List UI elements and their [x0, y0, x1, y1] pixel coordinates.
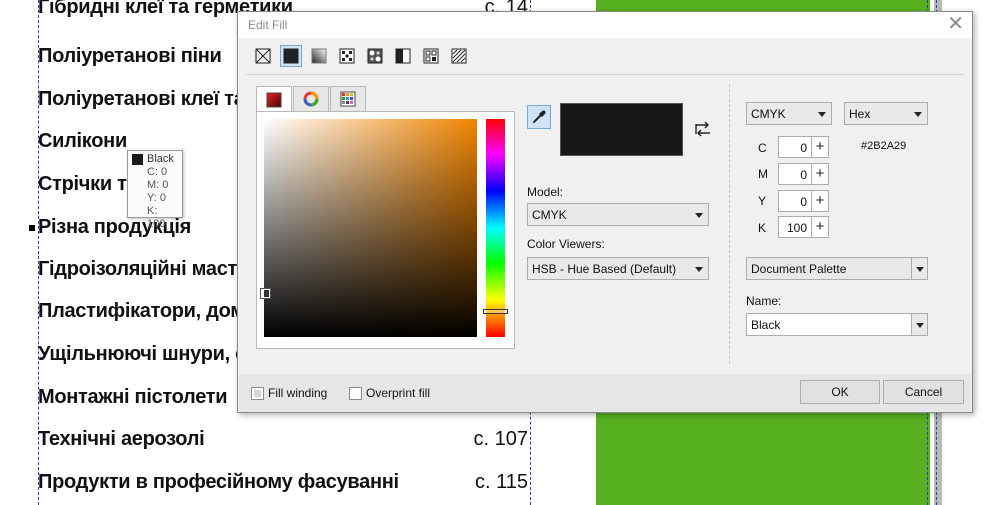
channel-k-stepper[interactable]: + [812, 216, 829, 238]
eyedropper-icon[interactable] [527, 105, 551, 129]
cancel-button[interactable]: Cancel [883, 380, 964, 404]
chevron-down-icon [695, 267, 703, 272]
color-picker-panel [256, 86, 515, 349]
channel-c-input[interactable]: 0 [778, 136, 812, 158]
channel-y-input[interactable]: 0 [778, 190, 812, 212]
name-combobox[interactable]: Black [746, 313, 928, 336]
chevron-down-icon [695, 213, 703, 218]
dialog-title: Edit Fill [248, 18, 288, 32]
toc-title: Ущільнюючі шнури, с [38, 343, 246, 365]
color-viewers-label: Color Viewers: [527, 237, 605, 251]
channel-y-label: Y [758, 194, 767, 208]
ok-button[interactable]: OK [800, 380, 880, 404]
channel-k-label: K [758, 221, 767, 235]
palette-dropdown[interactable]: Document Palette [746, 257, 928, 280]
color-model-dropdown[interactable]: CMYK [746, 102, 832, 125]
overprint-fill-label: Overprint fill [366, 386, 431, 400]
picker-body [256, 111, 515, 349]
name-combobox-value: Black [751, 318, 781, 332]
toc-title: Силікони [38, 130, 127, 152]
toc-page: с. 107 [473, 428, 528, 450]
toolbar-separator [246, 74, 964, 75]
texture-fill-icon[interactable] [420, 45, 442, 67]
toc-title: Поліуретанові піни [38, 45, 222, 67]
name-label: Name: [746, 294, 782, 308]
edit-fill-dialog: Edit Fill ✕ Model: CMYK Color Viewers: H… [237, 11, 973, 413]
model-dropdown[interactable]: CMYK [527, 203, 709, 226]
channel-c-label: C [758, 141, 767, 155]
color-viewers-tab-icon[interactable] [256, 86, 292, 112]
color-viewers-dropdown-value: HSB - Hue Based (Default) [532, 262, 677, 276]
channel-c-stepper[interactable]: + [812, 136, 829, 158]
channel-y-stepper[interactable]: + [812, 190, 829, 212]
no-fill-icon[interactable] [252, 45, 274, 67]
bitmap-pattern-icon[interactable] [364, 45, 386, 67]
toc-title: Технічні аерозолі [38, 428, 205, 450]
overprint-fill-checkbox[interactable]: Overprint fill [349, 386, 430, 400]
uniform-fill-icon[interactable] [280, 45, 302, 67]
postscript-fill-icon[interactable] [448, 45, 470, 67]
channel-m-label: M [758, 167, 768, 181]
name-combobox-button[interactable] [911, 314, 927, 335]
fountain-fill-icon[interactable] [308, 45, 330, 67]
swatch-line: K: 100 [147, 205, 166, 230]
channel-k-input[interactable]: 100 [778, 216, 812, 238]
fill-winding-label: Fill winding [268, 386, 328, 400]
value-format-dropdown-value: Hex [849, 107, 871, 121]
close-icon[interactable]: ✕ [947, 13, 964, 35]
color-model-dropdown-value: CMYK [751, 107, 786, 121]
swatch-tooltip: Black C: 0 M: 0 Y: 0 K: 100 [127, 150, 183, 230]
chevron-down-icon [916, 267, 924, 272]
color-position-marker[interactable] [260, 288, 271, 299]
swap-colors-icon[interactable] [693, 119, 713, 139]
model-dropdown-value: CMYK [532, 208, 567, 222]
color-palettes-tab-icon[interactable] [330, 86, 366, 111]
toc-title: Продукти в професійному фасуванні [38, 471, 399, 493]
swatch-name: Black [147, 153, 174, 165]
chevron-down-icon [914, 112, 922, 117]
title-bar[interactable]: Edit Fill ✕ [238, 12, 972, 38]
toc-page: с. 115 [475, 471, 528, 493]
swatch-line: C: 0 [147, 166, 168, 178]
model-label: Model: [527, 185, 564, 199]
fill-winding-checkbox[interactable]: Fill winding [251, 386, 327, 400]
toc-title: Монтажні пістолети [38, 386, 228, 408]
saturation-brightness-field[interactable] [264, 119, 477, 337]
value-format-dropdown[interactable]: Hex [844, 102, 928, 125]
vector-pattern-icon[interactable] [336, 45, 358, 67]
channel-m-input[interactable]: 0 [778, 163, 812, 185]
swatch-line: Y: 0 [147, 192, 166, 204]
color-preview-swatch [560, 103, 683, 156]
toc-title: Поліуретанові клеї та [38, 88, 245, 110]
toc-title: Гідроізоляційні маст [38, 258, 238, 280]
fill-type-toolbar [252, 45, 470, 69]
chevron-down-icon [818, 112, 826, 117]
chevron-down-icon [916, 323, 924, 328]
selection-handle[interactable] [29, 225, 35, 231]
two-color-pattern-icon[interactable] [392, 45, 414, 67]
channel-m-stepper[interactable]: + [812, 163, 829, 185]
toc-title: Пластифікатори, дом [38, 300, 245, 322]
hex-value[interactable]: #2B2A29 [861, 140, 906, 152]
hue-slider[interactable] [486, 119, 505, 337]
toc-row: Продукти в професійному фасуванні с. 115 [38, 471, 530, 501]
color-harmonies-tab-icon[interactable] [293, 86, 329, 111]
swatch-chip [132, 154, 143, 165]
fill-winding-box[interactable] [251, 386, 264, 400]
overprint-fill-box[interactable] [349, 386, 362, 400]
dialog-footer: Fill winding Overprint fill OK Cancel [239, 374, 971, 412]
hue-slider-handle[interactable] [483, 309, 508, 314]
picker-tabs [256, 86, 367, 112]
color-viewers-dropdown[interactable]: HSB - Hue Based (Default) [527, 257, 709, 280]
swatch-line: M: 0 [147, 179, 169, 191]
palette-dropdown-button[interactable] [911, 258, 927, 279]
toc-title: Стрічки т [38, 173, 127, 195]
toc-row: Технічні аерозолі с. 107 [38, 428, 530, 458]
palette-dropdown-value: Document Palette [751, 262, 847, 276]
panel-separator [729, 84, 730, 364]
